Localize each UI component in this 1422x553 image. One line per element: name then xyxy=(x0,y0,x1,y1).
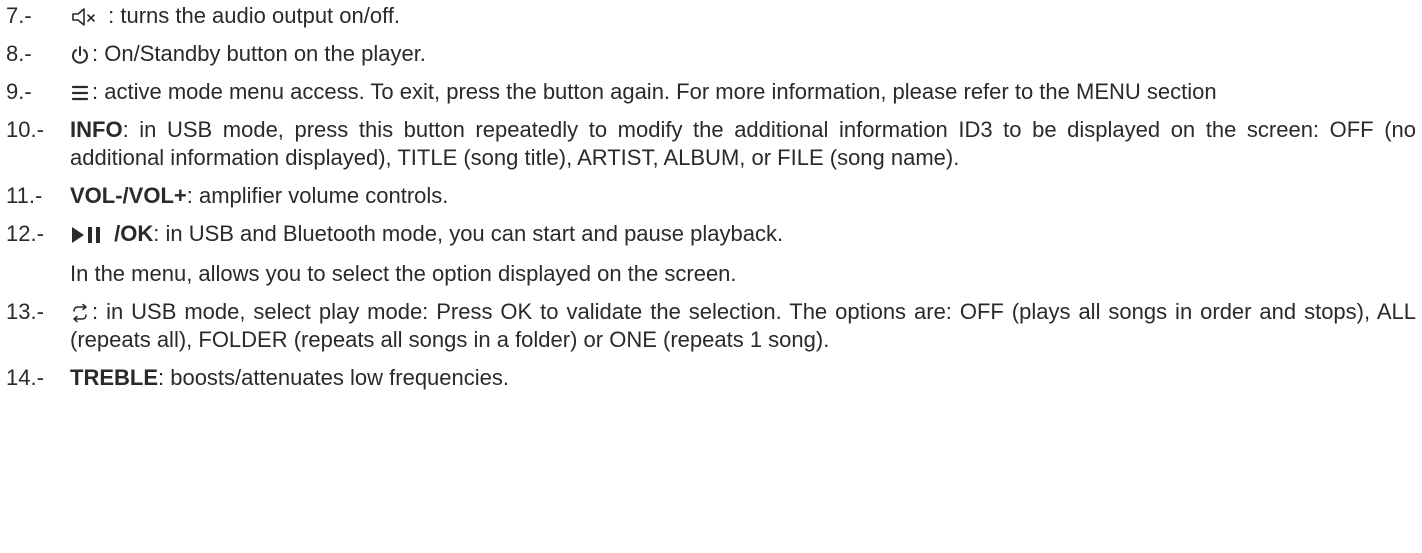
item-text: : amplifier volume controls. xyxy=(186,183,449,208)
item-first-line: /OK: in USB and Bluetooth mode, you can … xyxy=(70,220,1416,248)
list-item-9: 9.- : active mode menu access. To exit, … xyxy=(6,78,1416,106)
item-text: in USB mode, select play mode: Press OK … xyxy=(70,299,1416,352)
item-text: turns the audio output on/off. xyxy=(120,3,401,28)
item-content: : turns the audio output on/off. xyxy=(70,2,1416,30)
item-number: 7.- xyxy=(6,3,32,28)
item-number: 14.- xyxy=(6,365,44,390)
item-content: : in USB mode, select play mode: Press O… xyxy=(70,298,1416,354)
item-number: 9.- xyxy=(6,79,32,104)
item-content: INFO: in USB mode, press this button rep… xyxy=(70,116,1416,172)
item-text: : in USB mode, press this button repeate… xyxy=(70,117,1416,170)
list-item-7: 7.- : turns the audio output on/off. xyxy=(6,2,1416,30)
power-icon xyxy=(70,44,90,66)
item-term: INFO xyxy=(70,117,123,142)
item-content: VOL-/VOL+: amplifier volume controls. xyxy=(70,182,1416,210)
item-number: 10.- xyxy=(6,117,44,142)
manual-page: 7.- : turns the audio output on/off. 8.-… xyxy=(0,0,1422,553)
list-item-13: 13.- : in USB mode, select play mode: Pr… xyxy=(6,298,1416,354)
menu-icon xyxy=(70,82,90,104)
item-text: : boosts/attenuates low frequencies. xyxy=(158,365,509,390)
item-number: 12.- xyxy=(6,221,44,246)
item-content: : On/Standby button on the player. xyxy=(70,40,1416,68)
item-term: /OK xyxy=(108,221,154,246)
item-content: : active mode menu access. To exit, pres… xyxy=(70,78,1416,106)
speaker-mute-icon xyxy=(70,6,100,28)
item-text: : in USB and Bluetooth mode, you can sta… xyxy=(153,221,784,246)
item-text: active mode menu access. To exit, press … xyxy=(98,79,1217,104)
item-continuation: In the menu, allows you to select the op… xyxy=(70,261,737,286)
item-content: /OK: in USB and Bluetooth mode, you can … xyxy=(70,220,1416,288)
play-pause-icon xyxy=(70,224,106,246)
list-item-8: 8.- : On/Standby button on the player. xyxy=(6,40,1416,68)
list-item-10: 10.- INFO: in USB mode, press this butto… xyxy=(6,116,1416,172)
item-number: 11.- xyxy=(6,183,43,208)
repeat-icon xyxy=(70,302,90,324)
item-number: 8.- xyxy=(6,41,32,66)
item-number: 13.- xyxy=(6,299,44,324)
item-separator: : xyxy=(102,3,121,28)
list-item-12: 12.- /OK: in USB and Bluetooth mode, you… xyxy=(6,220,1416,288)
item-term: TREBLE xyxy=(70,365,158,390)
item-content: TREBLE: boosts/attenuates low frequencie… xyxy=(70,364,1416,392)
item-term: VOL-/VOL+ xyxy=(70,183,187,208)
list-item-11: 11.- VOL-/VOL+: amplifier volume control… xyxy=(6,182,1416,210)
list-item-14: 14.- TREBLE: boosts/attenuates low frequ… xyxy=(6,364,1416,392)
item-text: On/Standby button on the player. xyxy=(98,41,426,66)
